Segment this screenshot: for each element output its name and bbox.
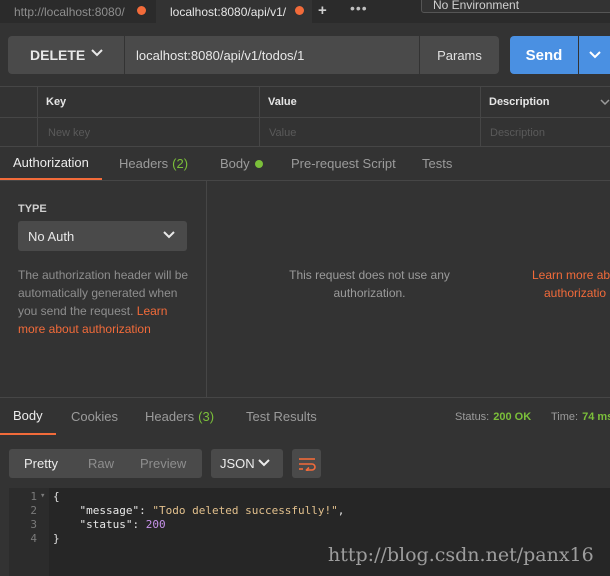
- tab-cookies[interactable]: Cookies: [71, 398, 118, 435]
- line-number: 2: [30, 504, 37, 517]
- code-line-2: "message": "Todo deleted successfully!",: [79, 504, 345, 517]
- status-value: 200 OK: [493, 411, 532, 423]
- time-label: Time:: [551, 411, 579, 423]
- json-string-value: "Todo deleted successfully!": [152, 504, 338, 517]
- json-number-value: 200: [145, 518, 166, 531]
- params-table: Key Value Description New key Value Desc…: [0, 86, 610, 147]
- chevron-down-icon: [588, 51, 601, 59]
- time-value: 74 ms: [582, 411, 610, 423]
- environment-select[interactable]: No Environment: [421, 0, 610, 13]
- chevron-down-icon: [163, 231, 175, 239]
- learn-more-line-1: Learn more ab: [532, 268, 610, 282]
- chevron-down-icon: [258, 459, 270, 467]
- tab-test-results[interactable]: Test Results: [246, 398, 317, 435]
- headers-count-badge: (2): [172, 156, 189, 171]
- wrap-lines-button[interactable]: [292, 449, 321, 478]
- response-section-tabs: Body Cookies Headers (3) Test Results St…: [0, 397, 610, 435]
- json-key: "status": [79, 518, 133, 531]
- watermark: http://blog.csdn.net/panx16: [328, 544, 594, 566]
- view-raw-button[interactable]: Raw: [88, 449, 114, 478]
- line-number: 3: [30, 518, 37, 531]
- tab-body[interactable]: Body: [220, 147, 263, 180]
- format-value: JSON: [220, 456, 255, 471]
- tab-headers-label: Headers: [119, 156, 169, 171]
- code-line-4: }: [53, 532, 60, 545]
- tab-response-headers-label: Headers: [145, 409, 195, 424]
- format-select[interactable]: JSON: [211, 449, 283, 478]
- line-number: 4: [30, 532, 37, 545]
- status-label: Status:: [455, 411, 490, 423]
- no-auth-message: This request does not use any authorizat…: [289, 268, 450, 300]
- line-number: 1: [30, 490, 37, 503]
- unsaved-dot-icon: [295, 6, 304, 15]
- send-button[interactable]: Send: [510, 36, 578, 74]
- tab-response-body[interactable]: Body: [0, 398, 56, 435]
- view-preview-button[interactable]: Preview: [140, 449, 186, 478]
- send-options-button[interactable]: [579, 36, 610, 74]
- view-pretty-button[interactable]: Pretty: [24, 449, 58, 478]
- column-header-description: Description: [489, 96, 550, 108]
- response-status: Status: 200 OK: [455, 411, 531, 423]
- tab-authorization[interactable]: Authorization: [0, 147, 102, 180]
- column-header-key: Key: [46, 96, 67, 108]
- json-key: "message": [79, 504, 140, 517]
- method-select[interactable]: DELETE: [8, 36, 124, 74]
- tab-body-label: Body: [220, 156, 250, 171]
- tab-headers[interactable]: Headers (2): [119, 147, 188, 180]
- code-line-3: "status": 200: [79, 518, 166, 531]
- auth-type-label: TYPE: [18, 203, 47, 215]
- new-tab-button[interactable]: +: [318, 2, 327, 19]
- new-description-input[interactable]: Description: [482, 118, 545, 148]
- method-label: DELETE: [30, 47, 86, 63]
- new-key-input[interactable]: New key: [40, 118, 90, 148]
- chevron-down-icon: [91, 49, 103, 57]
- code-line-1: {: [53, 490, 60, 503]
- url-input[interactable]: localhost:8080/api/v1/todos/1: [125, 36, 419, 74]
- learn-more-link-right[interactable]: Learn more ab authorizatio: [532, 266, 610, 302]
- tab-response-headers[interactable]: Headers (3): [145, 398, 214, 435]
- request-tab-2[interactable]: localhost:8080/api/v1/: [156, 0, 312, 23]
- tab-prerequest-script[interactable]: Pre-request Script: [291, 147, 396, 180]
- learn-more-line-2: authorizatio: [544, 286, 607, 300]
- response-headers-count-badge: (3): [198, 409, 215, 424]
- column-header-value: Value: [268, 96, 297, 108]
- wrap-lines-icon: [298, 457, 316, 471]
- tab-more-icon[interactable]: •••: [350, 0, 368, 16]
- auth-type-select[interactable]: No Auth: [18, 221, 187, 251]
- request-tab-2-label: localhost:8080/api/v1/: [170, 4, 287, 19]
- tab-strip: http://localhost:8080/ localhost:8080/ap…: [0, 0, 610, 23]
- request-section-tabs: Authorization Headers (2) Body Pre-reque…: [0, 147, 610, 181]
- request-tab-1[interactable]: http://localhost:8080/: [0, 0, 154, 23]
- request-tab-1-label: http://localhost:8080/: [14, 4, 125, 19]
- body-indicator-dot-icon: [254, 159, 263, 168]
- tab-tests[interactable]: Tests: [422, 147, 452, 180]
- auth-type-value: No Auth: [28, 228, 75, 244]
- chevron-down-icon[interactable]: [600, 99, 610, 105]
- fold-arrow-icon[interactable]: ▾: [40, 491, 45, 501]
- unsaved-dot-icon: [137, 6, 146, 15]
- response-time: Time:74 ms: [551, 411, 610, 423]
- auth-description: The authorization header will be automat…: [18, 266, 198, 338]
- params-button[interactable]: Params: [420, 36, 499, 74]
- new-value-input[interactable]: Value: [261, 118, 296, 148]
- view-mode-switch: Pretty Raw Preview: [9, 449, 202, 478]
